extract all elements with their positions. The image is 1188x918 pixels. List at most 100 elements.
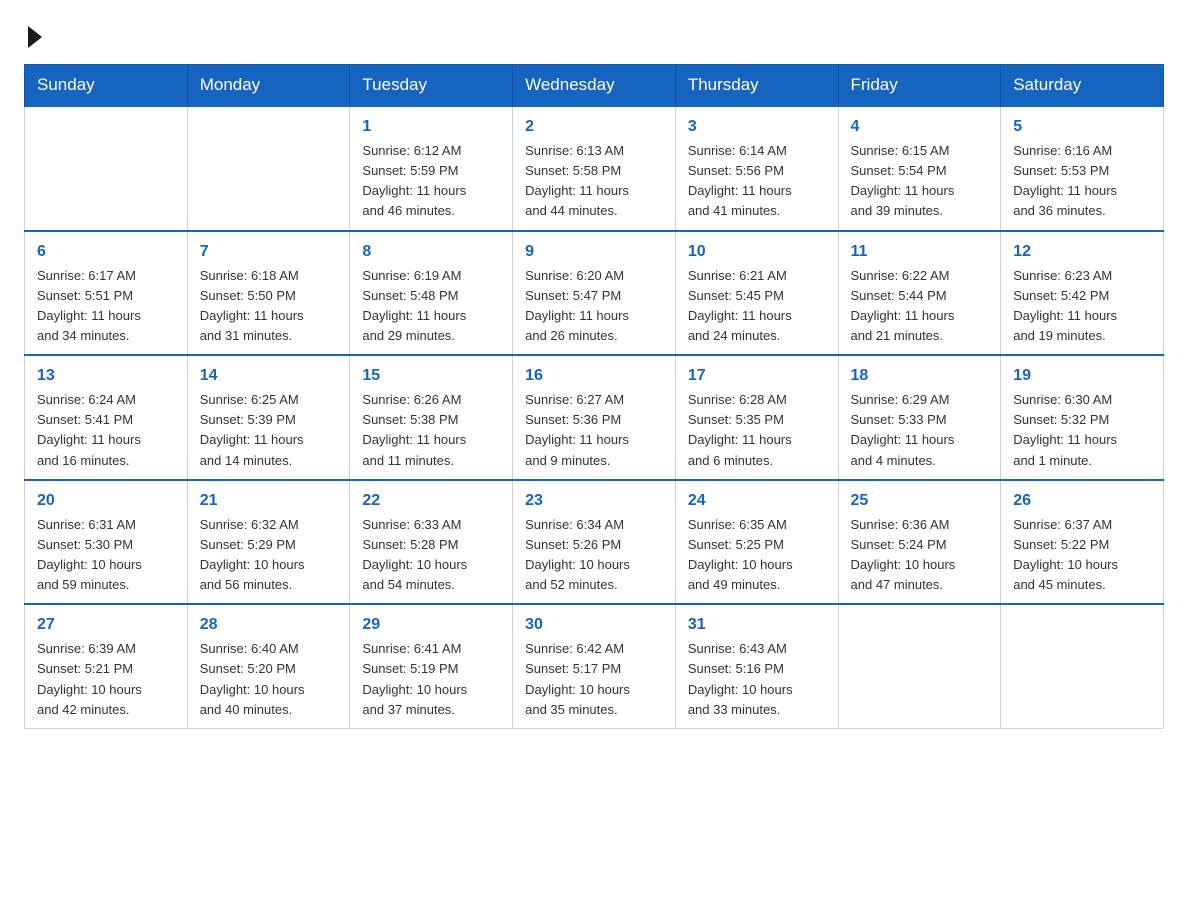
calendar-cell: 20Sunrise: 6:31 AM Sunset: 5:30 PM Dayli…: [25, 480, 188, 605]
calendar-cell: 30Sunrise: 6:42 AM Sunset: 5:17 PM Dayli…: [513, 604, 676, 728]
day-number: 21: [200, 489, 338, 513]
calendar-cell: 28Sunrise: 6:40 AM Sunset: 5:20 PM Dayli…: [187, 604, 350, 728]
day-number: 2: [525, 115, 663, 139]
calendar-week-row: 20Sunrise: 6:31 AM Sunset: 5:30 PM Dayli…: [25, 480, 1164, 605]
day-info: Sunrise: 6:42 AM Sunset: 5:17 PM Dayligh…: [525, 639, 663, 720]
day-info: Sunrise: 6:24 AM Sunset: 5:41 PM Dayligh…: [37, 390, 175, 471]
day-info: Sunrise: 6:12 AM Sunset: 5:59 PM Dayligh…: [362, 141, 500, 222]
calendar-week-row: 13Sunrise: 6:24 AM Sunset: 5:41 PM Dayli…: [25, 355, 1164, 480]
calendar-cell: 15Sunrise: 6:26 AM Sunset: 5:38 PM Dayli…: [350, 355, 513, 480]
day-info: Sunrise: 6:35 AM Sunset: 5:25 PM Dayligh…: [688, 515, 826, 596]
day-number: 3: [688, 115, 826, 139]
logo: [24, 24, 42, 48]
calendar-cell: 7Sunrise: 6:18 AM Sunset: 5:50 PM Daylig…: [187, 231, 350, 356]
calendar-cell: 21Sunrise: 6:32 AM Sunset: 5:29 PM Dayli…: [187, 480, 350, 605]
day-number: 14: [200, 364, 338, 388]
day-info: Sunrise: 6:20 AM Sunset: 5:47 PM Dayligh…: [525, 266, 663, 347]
day-number: 6: [37, 240, 175, 264]
day-info: Sunrise: 6:23 AM Sunset: 5:42 PM Dayligh…: [1013, 266, 1151, 347]
calendar-cell: 12Sunrise: 6:23 AM Sunset: 5:42 PM Dayli…: [1001, 231, 1164, 356]
day-info: Sunrise: 6:19 AM Sunset: 5:48 PM Dayligh…: [362, 266, 500, 347]
calendar-cell: 3Sunrise: 6:14 AM Sunset: 5:56 PM Daylig…: [675, 106, 838, 231]
calendar-cell: 9Sunrise: 6:20 AM Sunset: 5:47 PM Daylig…: [513, 231, 676, 356]
calendar-cell: 19Sunrise: 6:30 AM Sunset: 5:32 PM Dayli…: [1001, 355, 1164, 480]
day-info: Sunrise: 6:31 AM Sunset: 5:30 PM Dayligh…: [37, 515, 175, 596]
day-number: 18: [851, 364, 989, 388]
calendar-week-row: 27Sunrise: 6:39 AM Sunset: 5:21 PM Dayli…: [25, 604, 1164, 728]
calendar-week-row: 6Sunrise: 6:17 AM Sunset: 5:51 PM Daylig…: [25, 231, 1164, 356]
day-info: Sunrise: 6:13 AM Sunset: 5:58 PM Dayligh…: [525, 141, 663, 222]
day-number: 16: [525, 364, 663, 388]
calendar-cell: 8Sunrise: 6:19 AM Sunset: 5:48 PM Daylig…: [350, 231, 513, 356]
calendar-cell: 13Sunrise: 6:24 AM Sunset: 5:41 PM Dayli…: [25, 355, 188, 480]
calendar-cell: 18Sunrise: 6:29 AM Sunset: 5:33 PM Dayli…: [838, 355, 1001, 480]
calendar-cell: 11Sunrise: 6:22 AM Sunset: 5:44 PM Dayli…: [838, 231, 1001, 356]
calendar-cell: 17Sunrise: 6:28 AM Sunset: 5:35 PM Dayli…: [675, 355, 838, 480]
day-info: Sunrise: 6:28 AM Sunset: 5:35 PM Dayligh…: [688, 390, 826, 471]
day-number: 8: [362, 240, 500, 264]
day-number: 30: [525, 613, 663, 637]
day-info: Sunrise: 6:32 AM Sunset: 5:29 PM Dayligh…: [200, 515, 338, 596]
weekday-header-thursday: Thursday: [675, 65, 838, 107]
weekday-header-tuesday: Tuesday: [350, 65, 513, 107]
calendar-cell: [1001, 604, 1164, 728]
calendar-cell: 4Sunrise: 6:15 AM Sunset: 5:54 PM Daylig…: [838, 106, 1001, 231]
calendar-cell: 22Sunrise: 6:33 AM Sunset: 5:28 PM Dayli…: [350, 480, 513, 605]
day-info: Sunrise: 6:39 AM Sunset: 5:21 PM Dayligh…: [37, 639, 175, 720]
day-info: Sunrise: 6:40 AM Sunset: 5:20 PM Dayligh…: [200, 639, 338, 720]
calendar-cell: [25, 106, 188, 231]
calendar-cell: 31Sunrise: 6:43 AM Sunset: 5:16 PM Dayli…: [675, 604, 838, 728]
calendar-cell: 23Sunrise: 6:34 AM Sunset: 5:26 PM Dayli…: [513, 480, 676, 605]
day-number: 12: [1013, 240, 1151, 264]
day-info: Sunrise: 6:16 AM Sunset: 5:53 PM Dayligh…: [1013, 141, 1151, 222]
day-info: Sunrise: 6:21 AM Sunset: 5:45 PM Dayligh…: [688, 266, 826, 347]
day-number: 4: [851, 115, 989, 139]
day-info: Sunrise: 6:29 AM Sunset: 5:33 PM Dayligh…: [851, 390, 989, 471]
day-info: Sunrise: 6:30 AM Sunset: 5:32 PM Dayligh…: [1013, 390, 1151, 471]
calendar-cell: 27Sunrise: 6:39 AM Sunset: 5:21 PM Dayli…: [25, 604, 188, 728]
day-number: 10: [688, 240, 826, 264]
day-number: 9: [525, 240, 663, 264]
weekday-header-sunday: Sunday: [25, 65, 188, 107]
day-info: Sunrise: 6:34 AM Sunset: 5:26 PM Dayligh…: [525, 515, 663, 596]
calendar-cell: 14Sunrise: 6:25 AM Sunset: 5:39 PM Dayli…: [187, 355, 350, 480]
day-info: Sunrise: 6:36 AM Sunset: 5:24 PM Dayligh…: [851, 515, 989, 596]
weekday-header-row: SundayMondayTuesdayWednesdayThursdayFrid…: [25, 65, 1164, 107]
weekday-header-wednesday: Wednesday: [513, 65, 676, 107]
calendar-cell: 2Sunrise: 6:13 AM Sunset: 5:58 PM Daylig…: [513, 106, 676, 231]
weekday-header-saturday: Saturday: [1001, 65, 1164, 107]
day-number: 31: [688, 613, 826, 637]
day-number: 20: [37, 489, 175, 513]
day-info: Sunrise: 6:18 AM Sunset: 5:50 PM Dayligh…: [200, 266, 338, 347]
day-number: 13: [37, 364, 175, 388]
day-number: 5: [1013, 115, 1151, 139]
calendar-cell: 26Sunrise: 6:37 AM Sunset: 5:22 PM Dayli…: [1001, 480, 1164, 605]
day-number: 29: [362, 613, 500, 637]
day-number: 7: [200, 240, 338, 264]
day-number: 19: [1013, 364, 1151, 388]
day-number: 17: [688, 364, 826, 388]
day-number: 23: [525, 489, 663, 513]
day-info: Sunrise: 6:22 AM Sunset: 5:44 PM Dayligh…: [851, 266, 989, 347]
calendar-table: SundayMondayTuesdayWednesdayThursdayFrid…: [24, 64, 1164, 729]
calendar-cell: [187, 106, 350, 231]
day-info: Sunrise: 6:15 AM Sunset: 5:54 PM Dayligh…: [851, 141, 989, 222]
calendar-cell: 10Sunrise: 6:21 AM Sunset: 5:45 PM Dayli…: [675, 231, 838, 356]
day-info: Sunrise: 6:41 AM Sunset: 5:19 PM Dayligh…: [362, 639, 500, 720]
day-number: 15: [362, 364, 500, 388]
day-info: Sunrise: 6:14 AM Sunset: 5:56 PM Dayligh…: [688, 141, 826, 222]
day-number: 11: [851, 240, 989, 264]
calendar-cell: 1Sunrise: 6:12 AM Sunset: 5:59 PM Daylig…: [350, 106, 513, 231]
day-info: Sunrise: 6:17 AM Sunset: 5:51 PM Dayligh…: [37, 266, 175, 347]
calendar-cell: [838, 604, 1001, 728]
weekday-header-friday: Friday: [838, 65, 1001, 107]
page-header: [24, 24, 1164, 48]
calendar-cell: 24Sunrise: 6:35 AM Sunset: 5:25 PM Dayli…: [675, 480, 838, 605]
calendar-cell: 29Sunrise: 6:41 AM Sunset: 5:19 PM Dayli…: [350, 604, 513, 728]
day-number: 26: [1013, 489, 1151, 513]
calendar-cell: 6Sunrise: 6:17 AM Sunset: 5:51 PM Daylig…: [25, 231, 188, 356]
calendar-cell: 5Sunrise: 6:16 AM Sunset: 5:53 PM Daylig…: [1001, 106, 1164, 231]
day-info: Sunrise: 6:33 AM Sunset: 5:28 PM Dayligh…: [362, 515, 500, 596]
day-info: Sunrise: 6:27 AM Sunset: 5:36 PM Dayligh…: [525, 390, 663, 471]
day-number: 27: [37, 613, 175, 637]
